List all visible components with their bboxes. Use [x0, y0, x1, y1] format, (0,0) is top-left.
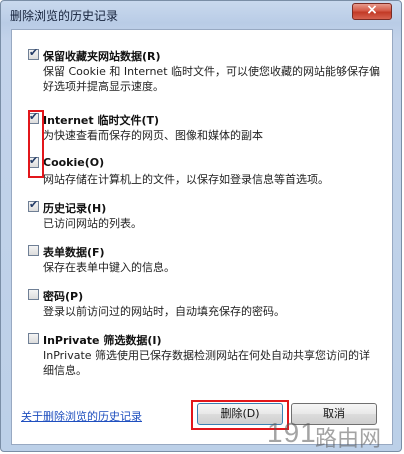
option-title-inprivate: InPrivate 筛选数据(I)	[43, 334, 162, 347]
checkbox-inprivate[interactable]	[28, 333, 39, 344]
option-title-passwords: 密码(P)	[43, 290, 84, 303]
dialog-title: 删除浏览的历史记录	[10, 9, 119, 23]
close-icon: ×	[366, 2, 378, 18]
option-desc-history: 已访问网站的列表。	[43, 217, 142, 230]
help-link[interactable]: 关于删除浏览的历史记录	[21, 408, 142, 424]
watermark-text: 路由网	[315, 426, 382, 451]
checkbox-form-data[interactable]	[28, 245, 39, 256]
watermark-number: 191	[267, 417, 317, 448]
option-desc-form-data: 保存在表单中键入的信息。	[43, 261, 175, 274]
option-desc-cookies: 网站存储在计算机上的文件，以保存如登录信息等首选项。	[43, 173, 329, 186]
checkbox-temp-files[interactable]	[28, 110, 39, 124]
options-panel: 保留收藏夹网站数据(R) 保留 Cookie 和 Internet 临时文件，可…	[11, 29, 393, 445]
option-desc-temp-files: 为快速查看而保存的网页、图像和媒体的副本	[43, 129, 263, 142]
option-title-cookies: Cookie(O)	[43, 156, 105, 169]
watermark: 191 路由网	[267, 417, 399, 451]
checkbox-cookies[interactable]	[28, 154, 39, 168]
checkbox-passwords[interactable]	[28, 289, 39, 300]
option-desc-passwords: 登录以前访问过的网站时，自动填充保存的密码。	[43, 305, 285, 318]
option-desc-favorites: 保留 Cookie 和 Internet 临时文件，可以使您收藏的网站能够保存偏…	[43, 65, 380, 93]
title-bar: 删除浏览的历史记录 ×	[1, 1, 401, 27]
checkbox-history[interactable]	[28, 198, 39, 212]
option-title-form-data: 表单数据(F)	[43, 246, 105, 259]
option-desc-inprivate: InPrivate 筛选使用已保存数据检测网站在何处自动共享您访问的详细信息。	[43, 349, 371, 377]
checkbox-favorites[interactable]	[28, 46, 39, 60]
delete-history-dialog: 删除浏览的历史记录 × 保留收藏夹网站数据(R) 保留 Cookie 和 Int…	[0, 0, 402, 452]
option-title-history: 历史记录(H)	[43, 202, 107, 215]
option-title-favorites: 保留收藏夹网站数据(R)	[43, 50, 161, 63]
option-title-temp-files: Internet 临时文件(T)	[43, 114, 160, 127]
close-button[interactable]: ×	[352, 2, 392, 20]
